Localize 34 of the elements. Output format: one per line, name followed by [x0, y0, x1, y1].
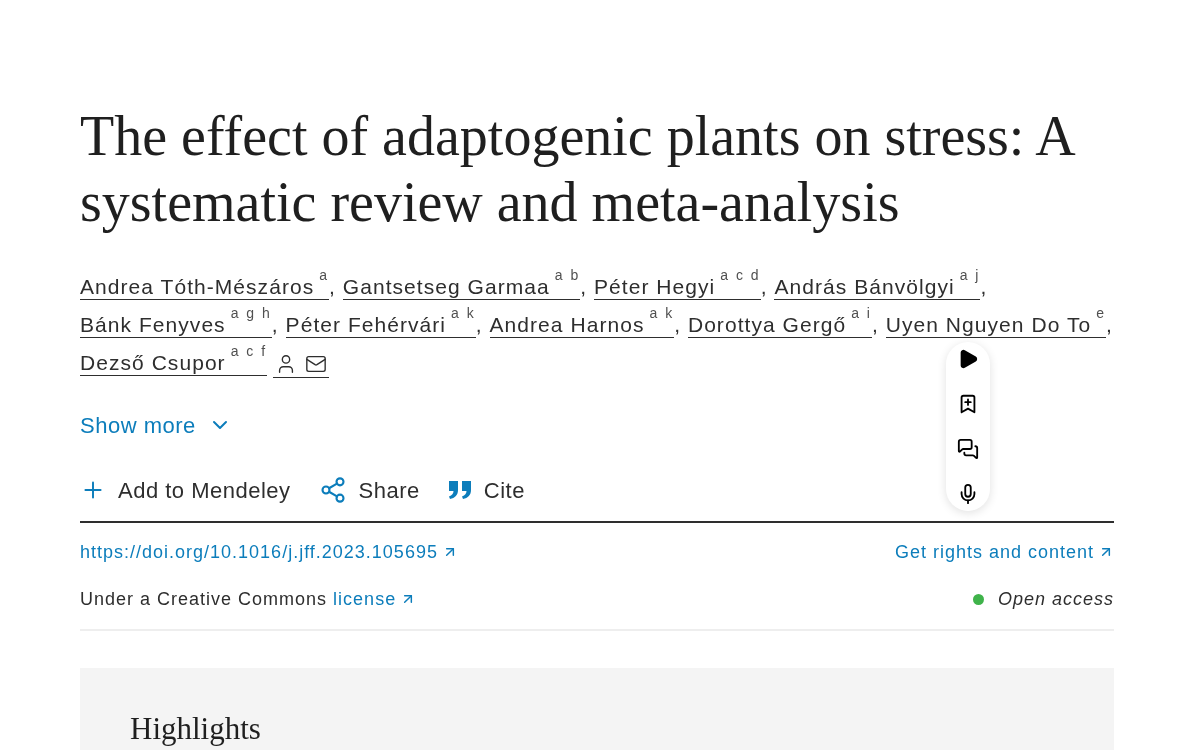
author-separator: , — [1105, 313, 1113, 336]
license-text: Under a Creative Commons license — [80, 587, 417, 611]
author-separator: , — [872, 313, 879, 336]
open-access-label: Open access — [997, 588, 1114, 611]
author-separator: , — [580, 275, 588, 298]
article-title: The effect of adaptogenic plants on stress: A systematic review and meta-analysis — [80, 104, 1075, 235]
rights-link[interactable]: Get rights and content — [894, 540, 1114, 564]
author-separator: , — [271, 313, 279, 336]
author-link[interactable]: Péter Hegyi a c d — [594, 268, 761, 300]
author-separator: , — [329, 275, 336, 298]
cite-action-button[interactable]: Cite — [447, 473, 525, 507]
doi-link[interactable]: https://doi.org/10.1016/j.jff.2023.105695 — [80, 540, 458, 564]
chat-bubbles-icon — [957, 438, 979, 460]
author-link[interactable]: Andrea Harnos $^{a k}$ — [489, 306, 675, 338]
highlights-heading: Highlights — [130, 711, 262, 747]
author-link[interactable]: Dezső Csupor a c f — [80, 344, 268, 376]
author-link[interactable]: András Bánvölgyi $^{a j}$ — [774, 268, 981, 300]
author-link[interactable]: Uyen Nguyen Do To $^{e}$ — [885, 306, 1106, 338]
author-separator: , — [674, 313, 682, 336]
author-link[interactable]: Gantsetseg Garmaa $^{a b}$ — [342, 268, 581, 300]
author-link[interactable]: Dorottya Gergő $^{a i}$ — [687, 306, 872, 338]
author-link[interactable]: Bánk Fenyves a g h — [80, 306, 272, 338]
add-action-button[interactable]: Add to Mendeley — [80, 473, 291, 507]
author-link[interactable]: Andrea Tóth-Mészáros $^{a}$ — [80, 268, 329, 300]
quote-icon — [447, 480, 472, 500]
author-separator: , — [980, 275, 988, 298]
comments-tool-button[interactable] — [957, 438, 979, 460]
share-action-button[interactable]: Share — [318, 473, 420, 507]
author-separator: , — [760, 275, 768, 298]
envelope-icon — [305, 353, 328, 375]
author-link[interactable]: Péter Fehérvári $^{a k}$ — [285, 306, 476, 338]
show-more-button[interactable]: Show more — [80, 410, 232, 440]
license-link[interactable]: license — [333, 589, 417, 609]
author-separator: , — [475, 313, 483, 336]
